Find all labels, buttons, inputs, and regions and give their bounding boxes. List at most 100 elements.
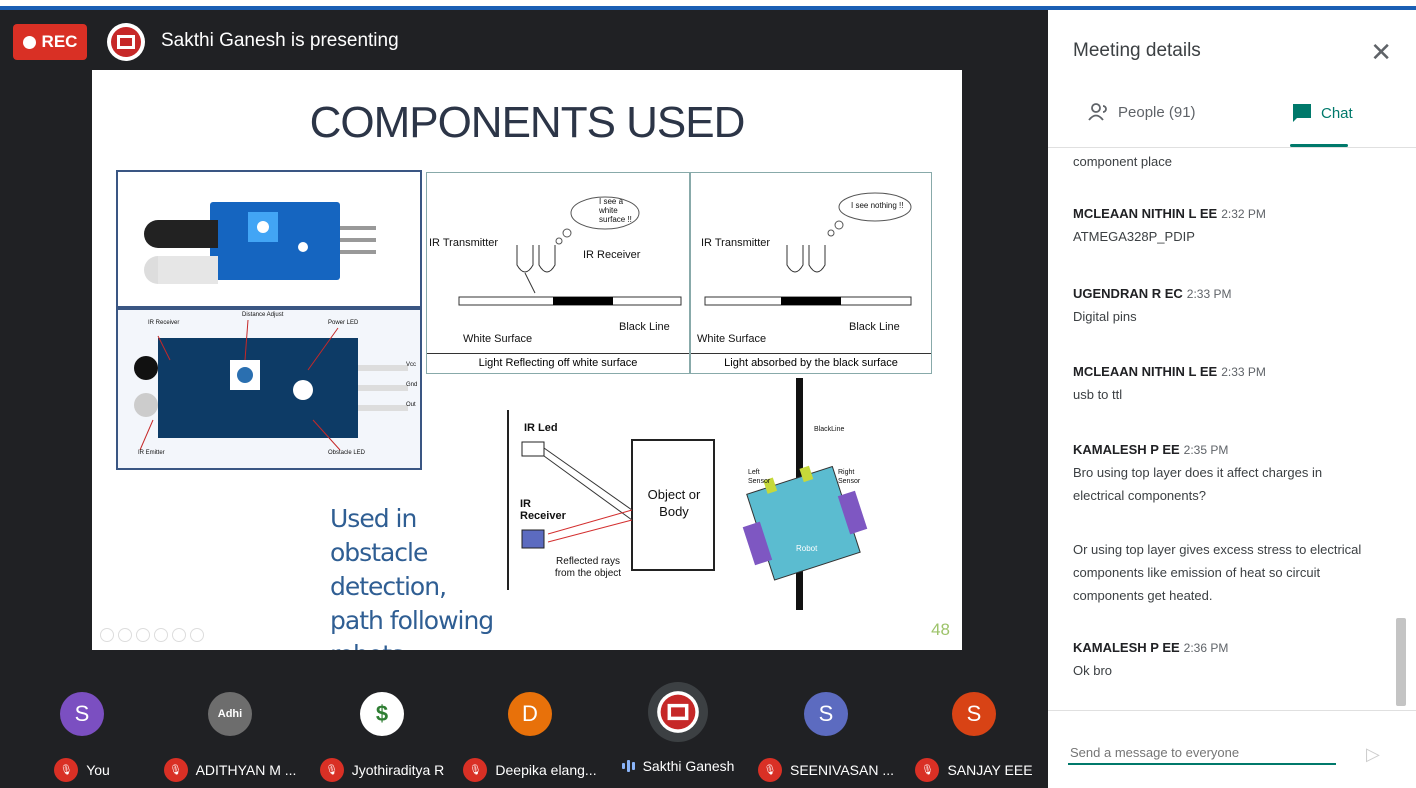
more-icon[interactable] bbox=[190, 628, 204, 642]
participant-name-row: 🎙 You bbox=[8, 758, 156, 782]
message-body: Ok bro bbox=[1073, 663, 1113, 678]
label-robot: Robot bbox=[796, 544, 818, 553]
module-diagram: IR Receiver Distance Adjust Power LED Vc… bbox=[116, 308, 422, 470]
ir-module-diagram-icon bbox=[134, 319, 408, 451]
chat-icon bbox=[1293, 104, 1311, 122]
participant-name-row: 🎙 Jyothiraditya R bbox=[308, 758, 456, 782]
line-follower-robot-icon bbox=[742, 378, 868, 610]
speaking-icon bbox=[621, 760, 635, 772]
message-sender-row: KAMALESH P EE 2:35 PM bbox=[1073, 442, 1373, 457]
meeting-details-panel: Meeting details ✕ People (91) Chat compo… bbox=[1048, 10, 1416, 788]
bubble-white: I see a white surface !! bbox=[599, 197, 632, 224]
participant-name: SANJAY EEE bbox=[947, 762, 1033, 778]
message-sender-row: UGENDRAN R EC 2:33 PM bbox=[1073, 286, 1373, 301]
avatar: S bbox=[804, 692, 848, 736]
label-ir-emitter: IR Emitter bbox=[138, 450, 165, 456]
tab-people[interactable]: People (91) bbox=[1088, 102, 1196, 122]
label-gnd: Gnd bbox=[406, 382, 418, 388]
panel-title: Meeting details bbox=[1073, 40, 1201, 61]
chat-message: KAMALESH P EE 2:35 PM Bro using top layer … bbox=[1073, 442, 1373, 507]
presenter-logo-icon bbox=[657, 691, 699, 733]
message-sender-row: MCLEAAN NITHIN L EE 2:32 PM bbox=[1073, 206, 1373, 221]
label-ir-receiver: IR Receiver bbox=[148, 320, 180, 326]
label-vcc: Vcc bbox=[406, 362, 417, 368]
label-transmitter-1: IR Transmitter bbox=[429, 237, 499, 249]
presentation-stage: REC Sakthi Ganesh is presenting COMPONEN… bbox=[0, 10, 1048, 669]
message-time: 2:35 PM bbox=[1183, 443, 1229, 457]
slide-number: 48 bbox=[931, 620, 950, 639]
chat-message: UGENDRAN R EC 2:33 PM Digital pins bbox=[1073, 286, 1373, 328]
message-body: usb to ttl bbox=[1073, 387, 1123, 402]
message-time: 2:32 PM bbox=[1221, 207, 1266, 221]
label-right-sensor: Right Sensor bbox=[838, 469, 861, 485]
chat-message: component place bbox=[1073, 150, 1373, 173]
message-body: Bro using top layer does it affect charg… bbox=[1073, 465, 1323, 503]
slides-icon[interactable] bbox=[154, 628, 168, 642]
prev-slide-icon[interactable] bbox=[100, 628, 114, 642]
label-black-line-1: Black Line bbox=[619, 321, 670, 333]
message-sender: KAMALESH P EE bbox=[1073, 640, 1180, 655]
participant-tile[interactable]: Adhi 🎙 ADITHYAN M ... bbox=[156, 680, 304, 788]
participant-tile[interactable]: S 🎙 You bbox=[8, 680, 156, 788]
label-out: Out bbox=[406, 402, 416, 408]
next-slide-icon[interactable] bbox=[118, 628, 132, 642]
chat-scrollbar[interactable] bbox=[1396, 618, 1406, 706]
send-icon[interactable]: ▷ bbox=[1366, 744, 1380, 765]
label-white-surface-1: White Surface bbox=[463, 333, 533, 345]
rec-label: REC bbox=[41, 32, 78, 51]
message-body: Or using top layer gives excess stress t… bbox=[1073, 542, 1362, 603]
object-reflection-diagram: IR Led IR Receiver Object or Body Reflec… bbox=[504, 410, 724, 590]
chat-message-input[interactable] bbox=[1068, 742, 1336, 765]
diagram2-caption: Light absorbed by the black surface bbox=[691, 353, 931, 369]
presenting-label: Sakthi Ganesh is presenting bbox=[161, 30, 399, 51]
chat-message: Or using top layer gives excess stress t… bbox=[1073, 538, 1373, 607]
black-line-diagram: I see nothing !! IR Transmitter White Su… bbox=[690, 172, 932, 374]
chat-message: KAMALESH P EE 2:36 PM Ok bro bbox=[1073, 640, 1373, 682]
avatar bbox=[648, 682, 708, 742]
slide-controls[interactable] bbox=[100, 628, 204, 642]
participant-tile[interactable]: S 🎙 SEENIVASAN ... bbox=[752, 680, 900, 788]
message-time: 2:33 PM bbox=[1221, 365, 1266, 379]
participant-name: Sakthi Ganesh bbox=[642, 758, 735, 774]
diagram1-caption: Light Reflecting off white surface bbox=[427, 353, 689, 369]
participant-tile[interactable]: D 🎙 Deepika elang... bbox=[456, 680, 604, 788]
label-receiver-1: IR Receiver bbox=[583, 249, 641, 261]
label-left-sensor: Left Sensor bbox=[748, 469, 771, 485]
message-body: Digital pins bbox=[1073, 309, 1137, 324]
label-power-led: Power LED bbox=[328, 320, 359, 326]
participant-name: You bbox=[86, 762, 110, 778]
message-body: component place bbox=[1073, 154, 1173, 169]
bubble-nothing: I see nothing !! bbox=[851, 201, 904, 210]
label-ir-led: IR Led bbox=[524, 422, 558, 434]
participant-tile[interactable]: $ 🎙 Jyothiraditya R bbox=[308, 680, 456, 788]
pen-icon[interactable] bbox=[136, 628, 150, 642]
participant-name-row: 🎙 SANJAY EEE bbox=[900, 758, 1048, 782]
avatar: $ bbox=[360, 692, 404, 736]
label-ir-receiver-2: IR Receiver bbox=[520, 498, 566, 522]
participant-name-row: Sakthi Ganesh bbox=[604, 758, 752, 774]
zoom-icon[interactable] bbox=[172, 628, 186, 642]
label-black-line-2: Black Line bbox=[849, 321, 900, 333]
record-dot-icon bbox=[22, 35, 36, 49]
message-sender: KAMALESH P EE bbox=[1073, 442, 1180, 457]
slide-caption: Used in obstacle detection, path followi… bbox=[330, 504, 494, 669]
participant-name-row: 🎙 ADITHYAN M ... bbox=[156, 758, 304, 782]
close-icon[interactable]: ✕ bbox=[1370, 37, 1392, 68]
sensor-photo bbox=[116, 170, 422, 308]
tab-chat[interactable]: Chat bbox=[1291, 102, 1353, 124]
people-icon bbox=[1088, 103, 1107, 121]
participant-tile[interactable]: S 🎙 SANJAY EEE bbox=[900, 680, 1048, 788]
mic-off-icon: 🎙 bbox=[915, 758, 940, 782]
slide-title: COMPONENTS USED bbox=[309, 98, 746, 147]
label-robot-blackline: BlackLine bbox=[814, 426, 845, 433]
avatar: D bbox=[508, 692, 552, 736]
label-object: Object or Body bbox=[647, 487, 701, 519]
mic-off-icon: 🎙 bbox=[463, 758, 488, 782]
participant-tile[interactable]: Sakthi Ganesh bbox=[604, 680, 752, 788]
chat-message: MCLEAAN NITHIN L EE 2:33 PM usb to ttl bbox=[1073, 364, 1373, 406]
chat-messages[interactable]: component place MCLEAAN NITHIN L EE 2:32 P… bbox=[1048, 148, 1416, 708]
avatar: S bbox=[60, 692, 104, 736]
slide: COMPONENTS USED IR Receiver Distance Adj… bbox=[92, 70, 962, 669]
mic-off-icon: 🎙 bbox=[54, 758, 79, 782]
message-sender: MCLEAAN NITHIN L EE bbox=[1073, 206, 1218, 221]
